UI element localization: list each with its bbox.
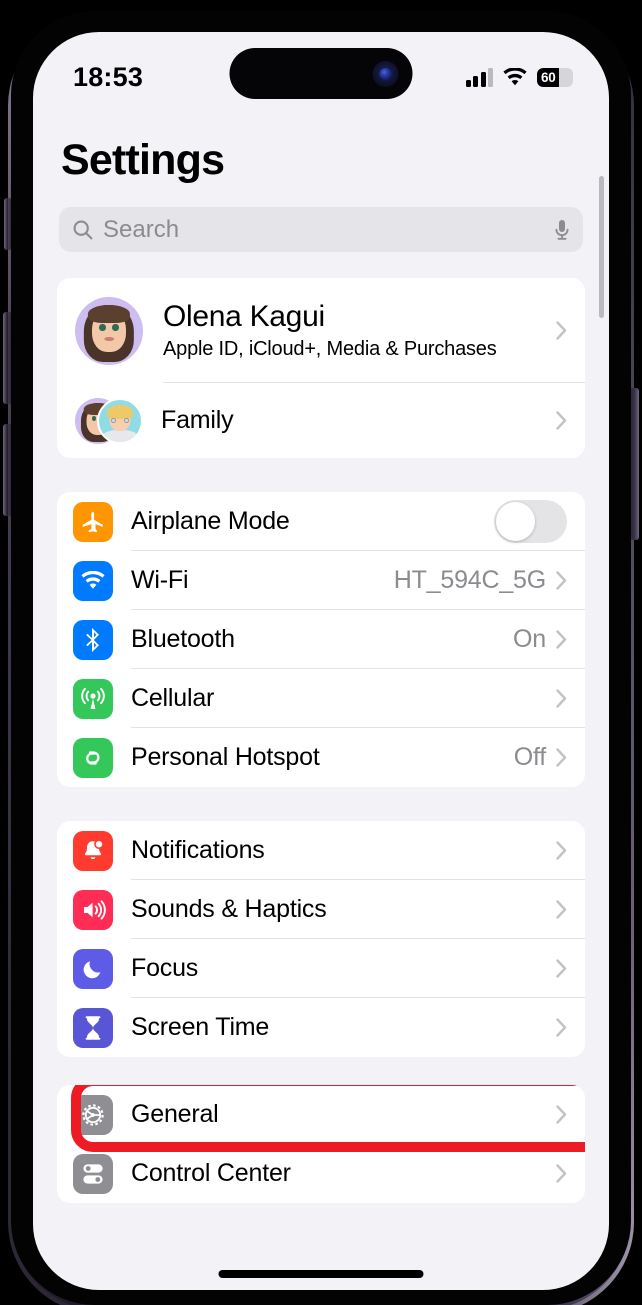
hotspot-icon xyxy=(73,737,113,778)
family-avatars xyxy=(75,397,143,444)
microphone-icon[interactable] xyxy=(554,218,570,242)
account-card: Olena Kagui Apple ID, iCloud+, Media & P… xyxy=(57,278,585,458)
settings-row-label: Airplane Mode xyxy=(131,507,290,535)
settings-row-personal-hotspot[interactable]: Personal Hotspot Off xyxy=(57,728,585,787)
settings-row-value: Off xyxy=(513,743,546,771)
settings-content: Settings Search Olena Kagui Apple ID, iC… xyxy=(33,32,609,1290)
settings-row-label: Wi-Fi xyxy=(131,566,189,594)
account-name: Olena Kagui xyxy=(163,300,325,333)
settings-row-bluetooth[interactable]: Bluetooth On xyxy=(57,610,585,669)
wifi-icon xyxy=(503,67,527,85)
search-icon xyxy=(73,220,93,239)
gear-icon xyxy=(73,1094,113,1135)
apple-id-row[interactable]: Olena Kagui Apple ID, iCloud+, Media & P… xyxy=(57,278,585,383)
bluetooth-icon xyxy=(73,619,113,660)
family-label: Family xyxy=(161,406,234,434)
cellular-signal-icon xyxy=(465,67,493,87)
page-title: Settings xyxy=(61,136,225,184)
chevron-right-icon xyxy=(556,411,567,430)
settings-row-value: On xyxy=(513,625,546,653)
family-row[interactable]: Family xyxy=(57,383,585,458)
chevron-right-icon xyxy=(556,689,567,708)
scroll-indicator[interactable] xyxy=(599,176,604,318)
phone-screen: 18:53 60 Settings Search Olena Kagui App… xyxy=(33,32,609,1290)
speaker-icon xyxy=(73,889,113,930)
cellular-icon xyxy=(73,678,113,719)
chevron-right-icon xyxy=(556,748,567,767)
settings-row-airplane-mode[interactable]: Airplane Mode xyxy=(57,492,585,551)
family-avatar-2 xyxy=(97,397,143,444)
settings-row-label: Control Center xyxy=(131,1159,291,1187)
search-input[interactable]: Search xyxy=(59,207,583,252)
settings-row-control-center[interactable]: Control Center xyxy=(57,1144,585,1203)
airplane-icon xyxy=(73,501,113,542)
chevron-right-icon xyxy=(556,571,567,590)
battery-percent: 60 xyxy=(541,69,556,85)
power-button[interactable] xyxy=(630,388,639,540)
bell-icon xyxy=(73,830,113,871)
settings-row-label: Sounds & Haptics xyxy=(131,895,327,923)
settings-row-label: Focus xyxy=(131,954,199,982)
chevron-right-icon xyxy=(556,630,567,649)
settings-group-system: General Control Center xyxy=(57,1085,585,1203)
chevron-right-icon xyxy=(556,959,567,978)
home-indicator[interactable] xyxy=(218,1270,424,1278)
chevron-right-icon xyxy=(556,321,567,340)
settings-group-notifications: Notifications Sounds & Haptics Focus Scr… xyxy=(57,821,585,1057)
status-time: 18:53 xyxy=(73,61,144,92)
settings-row-label: Notifications xyxy=(131,836,265,864)
settings-row-screen-time[interactable]: Screen Time xyxy=(57,998,585,1057)
settings-row-label: General xyxy=(131,1100,219,1128)
settings-row-label: Cellular xyxy=(131,684,215,712)
hourglass-icon xyxy=(73,1007,113,1048)
settings-row-label: Bluetooth xyxy=(131,625,235,653)
settings-row-value: HT_594C_5G xyxy=(393,566,546,594)
settings-row-wifi[interactable]: Wi-Fi HT_594C_5G xyxy=(57,551,585,610)
settings-row-general[interactable]: General xyxy=(57,1085,585,1144)
chevron-right-icon xyxy=(556,1105,567,1124)
front-camera-icon xyxy=(372,60,399,87)
settings-row-focus[interactable]: Focus xyxy=(57,939,585,998)
airplane-mode-toggle[interactable] xyxy=(494,500,567,543)
chevron-right-icon xyxy=(556,900,567,919)
chevron-right-icon xyxy=(556,1018,567,1037)
settings-row-notifications[interactable]: Notifications xyxy=(57,821,585,880)
settings-row-sounds-haptics[interactable]: Sounds & Haptics xyxy=(57,880,585,939)
account-subtitle: Apple ID, iCloud+, Media & Purchases xyxy=(163,338,497,360)
screenshot-stage: 18:53 60 Settings Search Olena Kagui App… xyxy=(0,0,642,1305)
wifi-icon xyxy=(73,560,113,601)
dynamic-island[interactable] xyxy=(229,48,413,99)
avatar xyxy=(75,296,143,365)
status-indicators: 60 xyxy=(465,67,573,87)
settings-row-label: Screen Time xyxy=(131,1013,270,1041)
settings-group-connectivity: Airplane Mode Wi-Fi HT_594C_5G Bluetooth… xyxy=(57,492,585,787)
battery-icon: 60 xyxy=(537,67,573,87)
control-center-icon xyxy=(73,1153,113,1194)
chevron-right-icon xyxy=(556,841,567,860)
settings-row-cellular[interactable]: Cellular xyxy=(57,669,585,728)
search-placeholder: Search xyxy=(103,215,180,243)
moon-icon xyxy=(73,948,113,989)
chevron-right-icon xyxy=(556,1164,567,1183)
settings-row-label: Personal Hotspot xyxy=(131,743,320,771)
